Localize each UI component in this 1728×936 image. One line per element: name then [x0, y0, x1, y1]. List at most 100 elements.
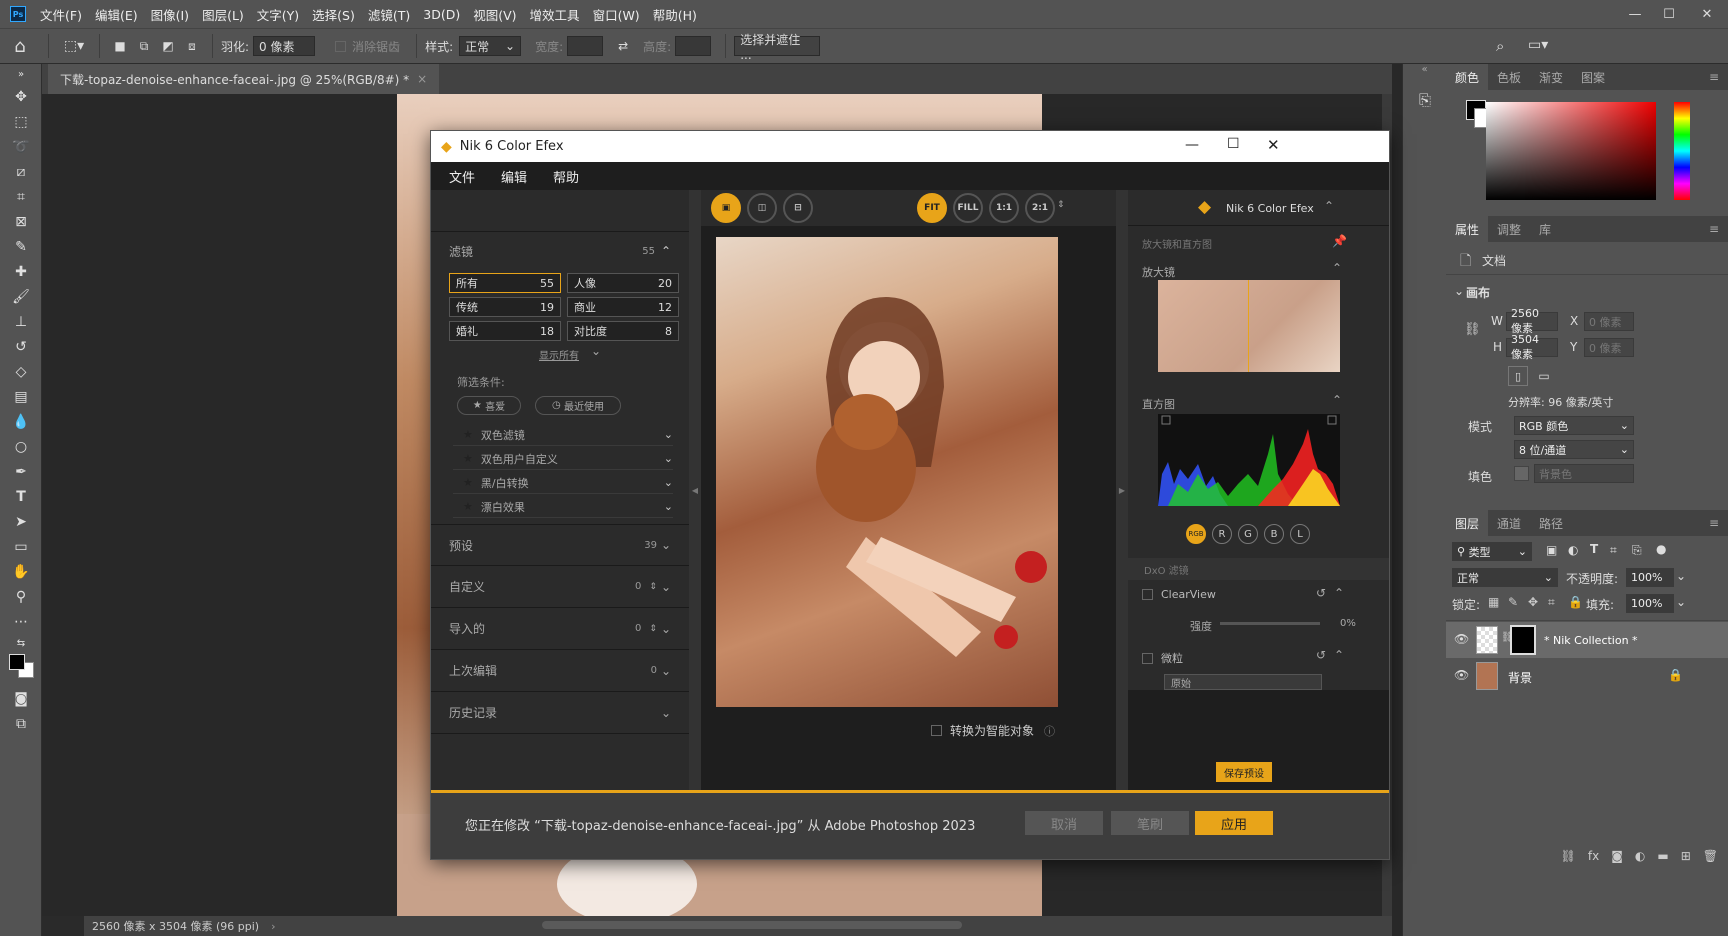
chevron-down-icon[interactable]: ⌄	[1676, 595, 1686, 609]
menu-plugins[interactable]: 增效工具	[530, 5, 580, 24]
layer-row[interactable]: 👁 ⛓ * Nik Collection *	[1446, 622, 1728, 658]
lock-position-icon[interactable]: ✥	[1528, 595, 1538, 609]
filter-list-item[interactable]: ★ 漂白效果 ⌄	[453, 496, 673, 518]
nik-menu-help[interactable]: 帮助	[553, 167, 579, 186]
lock-pixels-icon[interactable]: ▦	[1488, 595, 1499, 609]
screen-mode-icon[interactable]: ⧉	[0, 711, 42, 736]
mode-select[interactable]: RGB 颜色 ⌄	[1514, 416, 1634, 435]
help-icon[interactable]: ⓘ	[1044, 723, 1055, 739]
intersect-selection-icon[interactable]: ⧈	[180, 39, 204, 54]
nik-menu-edit[interactable]: 编辑	[501, 167, 527, 186]
tab-paths[interactable]: 路径	[1530, 510, 1572, 536]
delete-layer-icon[interactable]: 🗑	[1703, 849, 1718, 863]
tab-adjustments[interactable]: 调整	[1488, 216, 1530, 242]
tab-layers[interactable]: 图层	[1446, 510, 1489, 536]
star-icon[interactable]: ★	[463, 476, 473, 489]
pixel-filter-icon[interactable]: ▣	[1546, 543, 1557, 557]
minimize-icon[interactable]: —	[1618, 0, 1652, 28]
width-field[interactable]: 2560 像素	[1506, 307, 1558, 335]
x-field[interactable]: 0 像素	[1584, 312, 1634, 331]
close-icon[interactable]: ✕	[1690, 0, 1724, 28]
menu-window[interactable]: 窗口(W)	[593, 5, 640, 24]
reset-icon[interactable]: ↺	[1316, 648, 1326, 662]
dodge-tool-icon[interactable]: ○	[0, 434, 42, 459]
stamp-tool-icon[interactable]: ⊥	[0, 309, 42, 334]
crop-tool-icon[interactable]: ⌗	[0, 184, 42, 209]
clearview-checkbox[interactable]	[1142, 589, 1153, 600]
quick-mask-icon[interactable]: ◙	[0, 686, 42, 711]
portrait-icon[interactable]: ▯	[1508, 366, 1528, 386]
zoom-stepper-icon[interactable]: ⇕	[1057, 200, 1065, 210]
feather-input[interactable]: 0 像素	[253, 36, 316, 56]
smart-object-option[interactable]: 转换为智能对象 ⓘ	[931, 722, 1055, 739]
filter-category-traditional[interactable]: 传统 19	[449, 297, 561, 317]
collapse-left-icon[interactable]: ◀	[689, 190, 701, 790]
zoom-100-button[interactable]: 1:1	[989, 193, 1019, 223]
filter-category-portrait[interactable]: 人像 20	[567, 273, 679, 293]
chevron-up-icon[interactable]: ⌃	[1334, 648, 1344, 662]
menu-type[interactable]: 文字(Y)	[257, 5, 299, 24]
opacity-input[interactable]: 100%	[1626, 568, 1674, 587]
grain-select[interactable]: 原始	[1164, 674, 1322, 690]
shape-filter-icon[interactable]: ⌗	[1610, 543, 1617, 558]
layer-row[interactable]: 👁 背景 🔒	[1446, 658, 1728, 694]
chevron-down-icon[interactable]: ⌄	[1454, 284, 1464, 298]
filter-list-item[interactable]: ★ 双色滤镜 ⌄	[453, 424, 673, 446]
type-tool-icon[interactable]: T	[0, 484, 42, 509]
zoom-200-button[interactable]: 2:1	[1025, 193, 1055, 223]
reset-icon[interactable]: ↺	[1316, 586, 1326, 600]
healing-brush-icon[interactable]: ✚	[0, 259, 42, 284]
history-panel-icon[interactable]: ⎘	[1403, 84, 1447, 116]
move-tool-icon[interactable]: ✥	[0, 84, 42, 109]
height-field[interactable]: 3504 像素	[1506, 333, 1558, 361]
single-view-icon[interactable]: ▣	[711, 193, 741, 223]
new-group-icon[interactable]: ▬	[1657, 849, 1668, 863]
link-icon[interactable]: ⛓	[1464, 322, 1481, 337]
channel-b-button[interactable]: B	[1264, 524, 1284, 544]
collapse-up-icon[interactable]: ⌃	[1324, 199, 1334, 213]
layer-mask-thumbnail[interactable]	[1510, 625, 1536, 655]
select-and-mask-button[interactable]: 选择并遮住 ...	[734, 33, 821, 62]
filter-list-item[interactable]: ★ 双色用户自定义 ⌄	[453, 448, 673, 470]
split-view-icon[interactable]: ◫	[747, 193, 777, 223]
star-icon[interactable]: ★	[463, 452, 473, 465]
swap-colors-icon[interactable]: ⇆	[0, 634, 42, 652]
antialias-checkbox[interactable]	[335, 40, 347, 52]
lock-all-icon[interactable]: 🔒	[1568, 595, 1583, 609]
maximize-icon[interactable]: ☐	[1652, 0, 1686, 28]
eyedropper-tool-icon[interactable]: ✎	[0, 234, 42, 259]
menu-image[interactable]: 图像(I)	[151, 5, 189, 24]
brush-button[interactable]: 笔刷	[1111, 811, 1189, 835]
subtract-selection-icon[interactable]: ◩	[156, 39, 180, 53]
history-brush-icon[interactable]: ↺	[0, 334, 42, 359]
panel-menu-icon[interactable]: ≡	[1700, 64, 1728, 90]
section-custom[interactable]: 自定义 0 ⇕ ⌄	[431, 566, 689, 608]
collapse-right-icon[interactable]: ▶	[1116, 190, 1128, 790]
filter-toggle-icon[interactable]: ●	[1656, 542, 1666, 556]
lock-artboard-icon[interactable]: ⌗	[1548, 595, 1555, 610]
horizontal-scrollbar[interactable]	[542, 921, 962, 929]
home-icon[interactable]: ⌂	[0, 36, 40, 57]
filter-kind-select[interactable]: ⚲ 类型 ⌄	[1452, 542, 1532, 561]
new-selection-icon[interactable]: ■	[108, 39, 132, 53]
panel-menu-icon[interactable]: ≡	[1700, 510, 1728, 536]
tab-color[interactable]: 颜色	[1446, 64, 1489, 90]
lasso-tool-icon[interactable]: ➰	[0, 134, 42, 159]
collapse-icon[interactable]: »	[0, 64, 42, 84]
filter-category-contrast[interactable]: 对比度 8	[567, 321, 679, 341]
section-history[interactable]: 历史记录 ⌄	[431, 692, 689, 734]
add-mask-icon[interactable]: ◙	[1611, 849, 1623, 863]
menu-3d[interactable]: 3D(D)	[423, 7, 460, 22]
channel-g-button[interactable]: G	[1238, 524, 1258, 544]
more-tools-icon[interactable]: ⋯	[0, 609, 42, 634]
fill-swatch[interactable]	[1514, 466, 1529, 481]
fill-select[interactable]: 背景色	[1534, 464, 1634, 483]
star-icon[interactable]: ★	[463, 500, 473, 513]
pen-tool-icon[interactable]: ✒	[0, 459, 42, 484]
preview-image[interactable]	[716, 237, 1058, 707]
chevron-up-icon[interactable]: ⌃	[1332, 393, 1342, 407]
save-preset-button[interactable]: 保存预设	[1216, 762, 1272, 782]
show-all-link[interactable]: 显示所有	[539, 347, 579, 362]
link-layers-icon[interactable]: ⛓	[1561, 849, 1576, 863]
blur-tool-icon[interactable]: 💧	[0, 409, 42, 434]
